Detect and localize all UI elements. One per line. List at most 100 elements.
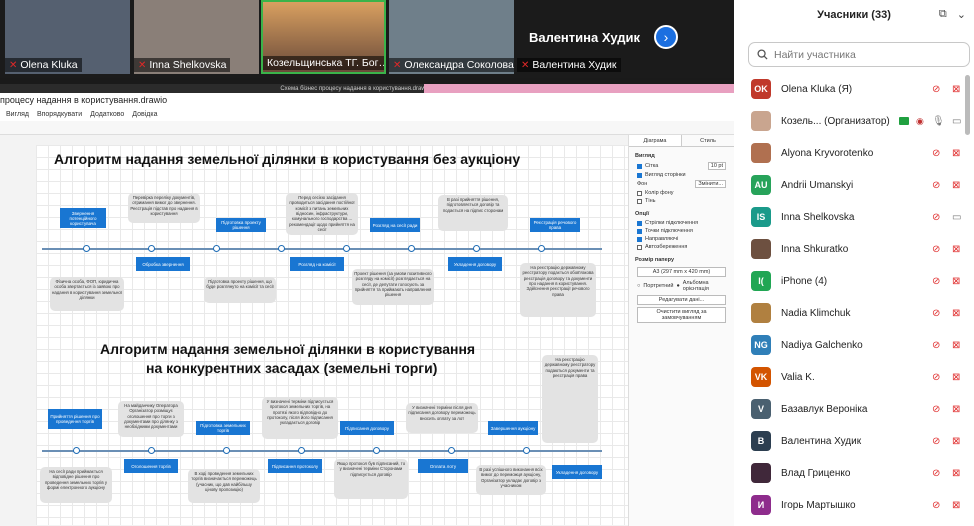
camera-off-icon[interactable]: ⊠: [952, 180, 960, 191]
menu-item[interactable]: Впорядкувати: [37, 111, 82, 118]
participant-row[interactable]: В Валентина Худик ⊘ ⊠: [734, 425, 974, 457]
step-box[interactable]: Реєстрація речового права: [530, 218, 580, 232]
participant-row[interactable]: Влад Гриценко ⊘ ⊠: [734, 457, 974, 489]
camera-off-icon[interactable]: ⊠: [952, 340, 960, 351]
participant-row[interactable]: Nadia Klimchuk ⊘ ⊠: [734, 297, 974, 329]
participant-row[interactable]: VK Valia K. ⊘ ⊠: [734, 361, 974, 393]
tab-diagram[interactable]: Діаграма: [629, 135, 682, 146]
video-tile[interactable]: ✕ Olena Kluka: [5, 0, 130, 74]
participant-row[interactable]: V Базавлук Вероніка ⊘ ⊠: [734, 393, 974, 425]
step-box[interactable]: Укладення договору: [552, 465, 602, 479]
search-input[interactable]: [774, 48, 944, 61]
step-box[interactable]: Підготовка проекту рішення: [216, 218, 266, 232]
mic-muted-icon[interactable]: ⊘: [932, 148, 940, 159]
mic-muted-icon[interactable]: ⊘: [932, 180, 940, 191]
option-checkbox[interactable]: [637, 236, 642, 242]
option-checkbox[interactable]: [637, 244, 642, 250]
video-tile[interactable]: ✕ Inna Shelkovska: [134, 0, 259, 74]
participant-row[interactable]: Alyona Kryvorotenko ⊘ ⊠: [734, 137, 974, 169]
video-tile-active[interactable]: Козельщинська ТГ. Бог…: [261, 0, 386, 74]
step-box[interactable]: Укладення договору: [448, 257, 502, 271]
grid-checkbox[interactable]: [637, 163, 642, 169]
camera-off-icon[interactable]: ⊠: [952, 404, 960, 415]
step-box[interactable]: Звернення потенційного користувача: [60, 208, 106, 228]
step-box[interactable]: Оплата лоту: [418, 459, 468, 473]
step-note[interactable]: На сесії ради приймається відповідне ріш…: [40, 467, 112, 503]
participant-row[interactable]: OK Olena Kluka (Я) ⊘ ⊠: [734, 73, 974, 105]
mic-muted-icon[interactable]: ⊘: [932, 404, 940, 415]
popout-icon[interactable]: ⧉: [939, 8, 947, 21]
step-box[interactable]: Прийняття рішення про проведення торгів: [48, 409, 102, 429]
participant-search[interactable]: [748, 42, 970, 67]
step-box[interactable]: Розгляд на комісії: [290, 257, 344, 271]
mic-muted-icon[interactable]: ⊘: [932, 468, 940, 479]
step-note[interactable]: На реєстрацію державному реєстратору под…: [542, 355, 598, 443]
camera-off-icon[interactable]: ⊠: [952, 308, 960, 319]
camera-off-icon[interactable]: ⊠: [952, 148, 960, 159]
mic-muted-icon[interactable]: ⊘: [932, 372, 940, 383]
step-note[interactable]: В разі прийняття рішення, підготовляєтьс…: [438, 195, 508, 231]
diagram-canvas[interactable]: Алгоритм надання земельної ділянки в кор…: [0, 135, 634, 526]
participant-row[interactable]: Inna Shkuratko ⊘ ⊠: [734, 233, 974, 265]
participant-row[interactable]: Козель... (Организатор) ◉ 🎙 ▭: [734, 105, 974, 137]
step-note[interactable]: Перевірка переліку документів, отримання…: [128, 193, 200, 223]
step-note[interactable]: На майданчику Оператора Організатор розм…: [118, 401, 184, 437]
menu-item[interactable]: Вигляд: [6, 111, 29, 118]
camera-icon[interactable]: ▭: [952, 116, 961, 127]
participant-row[interactable]: IS Inna Shelkovska ⊘ ▭: [734, 201, 974, 233]
chevron-down-icon[interactable]: ⌄: [957, 8, 966, 21]
camera-off-icon[interactable]: ⊠: [952, 372, 960, 383]
page-view-checkbox[interactable]: [637, 172, 642, 178]
camera-icon[interactable]: ▭: [952, 212, 961, 223]
shadow-checkbox[interactable]: [637, 198, 642, 204]
edit-data-button[interactable]: Редагувати дані...: [637, 295, 726, 305]
participant-row[interactable]: И Ігорь Мартышко ⊘ ⊠: [734, 489, 974, 521]
next-page-button[interactable]: ›: [654, 25, 678, 49]
participant-row[interactable]: I(iPhone (4) ⊘ ⊠: [734, 265, 974, 297]
mic-muted-icon[interactable]: ⊘: [932, 500, 940, 511]
scrollbar[interactable]: [965, 75, 970, 135]
camera-off-icon[interactable]: ⊠: [952, 436, 960, 447]
menu-item[interactable]: Додатково: [90, 111, 124, 118]
mic-muted-icon[interactable]: ⊘: [932, 308, 940, 319]
tab-style[interactable]: Стиль: [682, 135, 734, 146]
step-note[interactable]: На реєстрацію державному реєстратору под…: [520, 263, 596, 317]
participant-row[interactable]: AU Andrii Umanskyi ⊘ ⊠: [734, 169, 974, 201]
step-note[interactable]: У визначені терміни після дня підписання…: [406, 403, 478, 433]
camera-off-icon[interactable]: ⊠: [952, 84, 960, 95]
step-note[interactable]: Підготовка проекту рішення, що буде розг…: [204, 277, 276, 303]
step-note[interactable]: Фізична особа, ФОП, юридична особа зверт…: [50, 277, 124, 311]
mic-muted-icon[interactable]: ⊘: [932, 84, 940, 95]
step-note[interactable]: Якщо протокол був підписаний, то у визна…: [334, 459, 408, 499]
step-note[interactable]: В разі успішного виконання всіх вимог до…: [476, 465, 546, 495]
step-note[interactable]: В ході проведення земельних торгів визна…: [188, 469, 260, 503]
mic-muted-icon[interactable]: ⊘: [932, 340, 940, 351]
mic-muted-icon[interactable]: ⊘: [932, 244, 940, 255]
mic-icon[interactable]: 🎙: [932, 116, 945, 127]
clear-default-style-button[interactable]: Очистити вигляд за замовчуванням: [637, 307, 726, 323]
mic-muted-icon[interactable]: ⊘: [932, 276, 940, 287]
step-box[interactable]: Підписання протоколу: [268, 459, 322, 473]
camera-off-icon[interactable]: ⊠: [952, 244, 960, 255]
video-tile[interactable]: ✕ Олександра Соколова: [389, 0, 514, 74]
bg-color-checkbox[interactable]: [637, 190, 642, 196]
camera-off-icon[interactable]: ⊠: [952, 500, 960, 511]
mic-muted-icon[interactable]: ⊘: [932, 212, 940, 223]
step-box[interactable]: Розгляд на сесії ради: [370, 218, 420, 232]
mic-muted-icon[interactable]: ⊘: [932, 436, 940, 447]
step-box[interactable]: Обробка звернення: [136, 257, 190, 271]
radio-landscape[interactable]: ●: [676, 283, 679, 289]
step-box[interactable]: Оголошення торгів: [124, 459, 178, 473]
radio-portrait[interactable]: ○: [637, 283, 640, 289]
step-note[interactable]: Проект рішення (за умови позитивного роз…: [352, 269, 434, 305]
option-checkbox[interactable]: [637, 220, 642, 226]
step-note[interactable]: Перед сесією засідання проводиться засід…: [286, 193, 358, 235]
camera-off-icon[interactable]: ⊠: [952, 276, 960, 287]
step-box[interactable]: Підписання договору: [340, 421, 394, 435]
step-box[interactable]: Завершення аукціону: [488, 421, 538, 435]
option-checkbox[interactable]: [637, 228, 642, 234]
participant-row[interactable]: NG Nadiya Galchenko ⊘ ⊠: [734, 329, 974, 361]
step-note[interactable]: У визначені терміни підписується протоко…: [262, 397, 338, 439]
camera-off-icon[interactable]: ⊠: [952, 468, 960, 479]
step-box[interactable]: Підготовка земельних торгів: [196, 421, 250, 435]
